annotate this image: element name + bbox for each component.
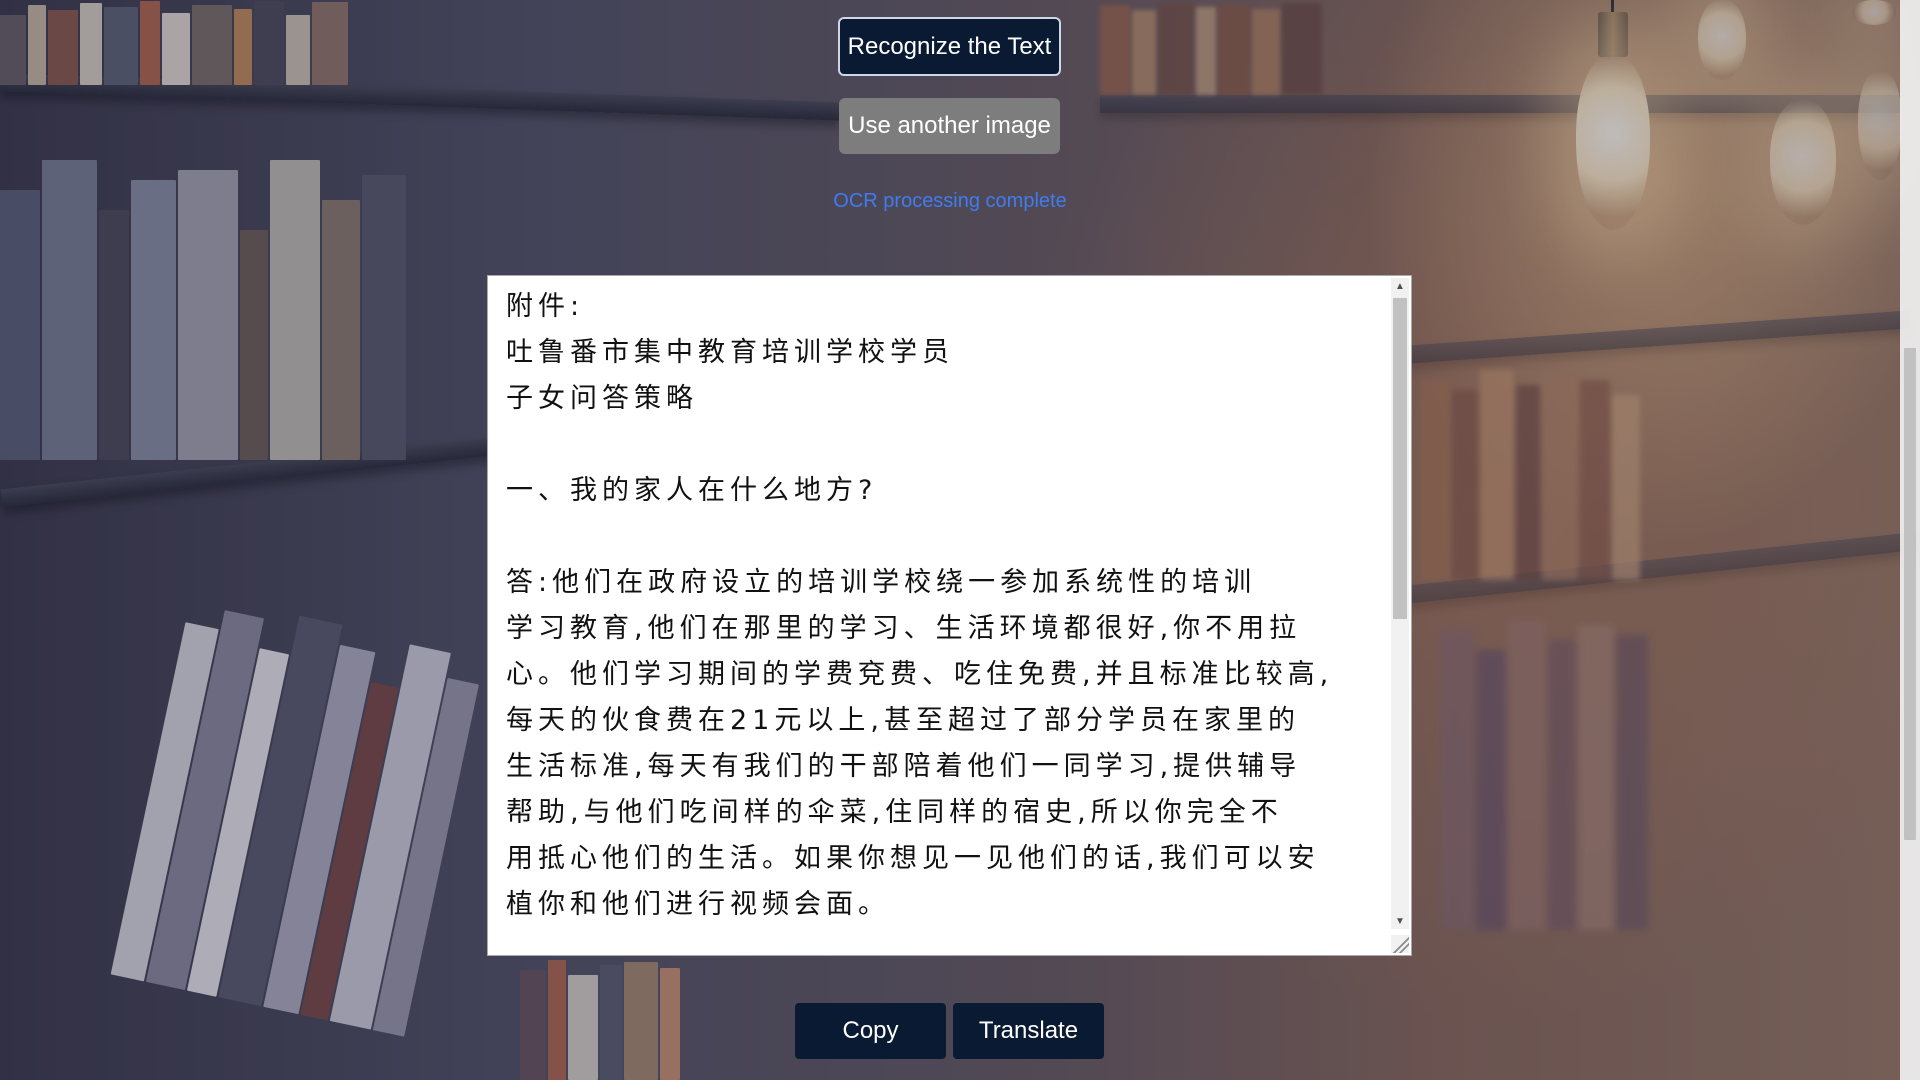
scroll-up-arrow-icon[interactable]: ▲	[1391, 278, 1409, 294]
page-scrollbar[interactable]	[1900, 0, 1920, 1080]
scroll-down-arrow-icon[interactable]: ▼	[1391, 913, 1409, 929]
recognize-text-button[interactable]: Recognize the Text	[838, 17, 1061, 76]
textarea-scroll-thumb[interactable]	[1393, 298, 1407, 619]
ocr-result-textarea[interactable]: 附件: 吐鲁番市集中教育培训学校学员 子女问答策略 一、我的家人在什么地方? 答…	[487, 275, 1412, 956]
page-scroll-thumb[interactable]	[1904, 348, 1916, 840]
ocr-status-message: OCR processing complete	[833, 190, 1067, 212]
textarea-scrollbar[interactable]: ▲ ▼	[1391, 278, 1409, 929]
ocr-result-text[interactable]: 附件: 吐鲁番市集中教育培训学校学员 子女问答策略 一、我的家人在什么地方? 答…	[506, 284, 1386, 944]
use-another-image-button[interactable]: Use another image	[839, 98, 1060, 154]
translate-button[interactable]: Translate	[953, 1003, 1104, 1059]
resize-grip-icon[interactable]	[1391, 935, 1409, 953]
copy-button[interactable]: Copy	[795, 1003, 946, 1059]
